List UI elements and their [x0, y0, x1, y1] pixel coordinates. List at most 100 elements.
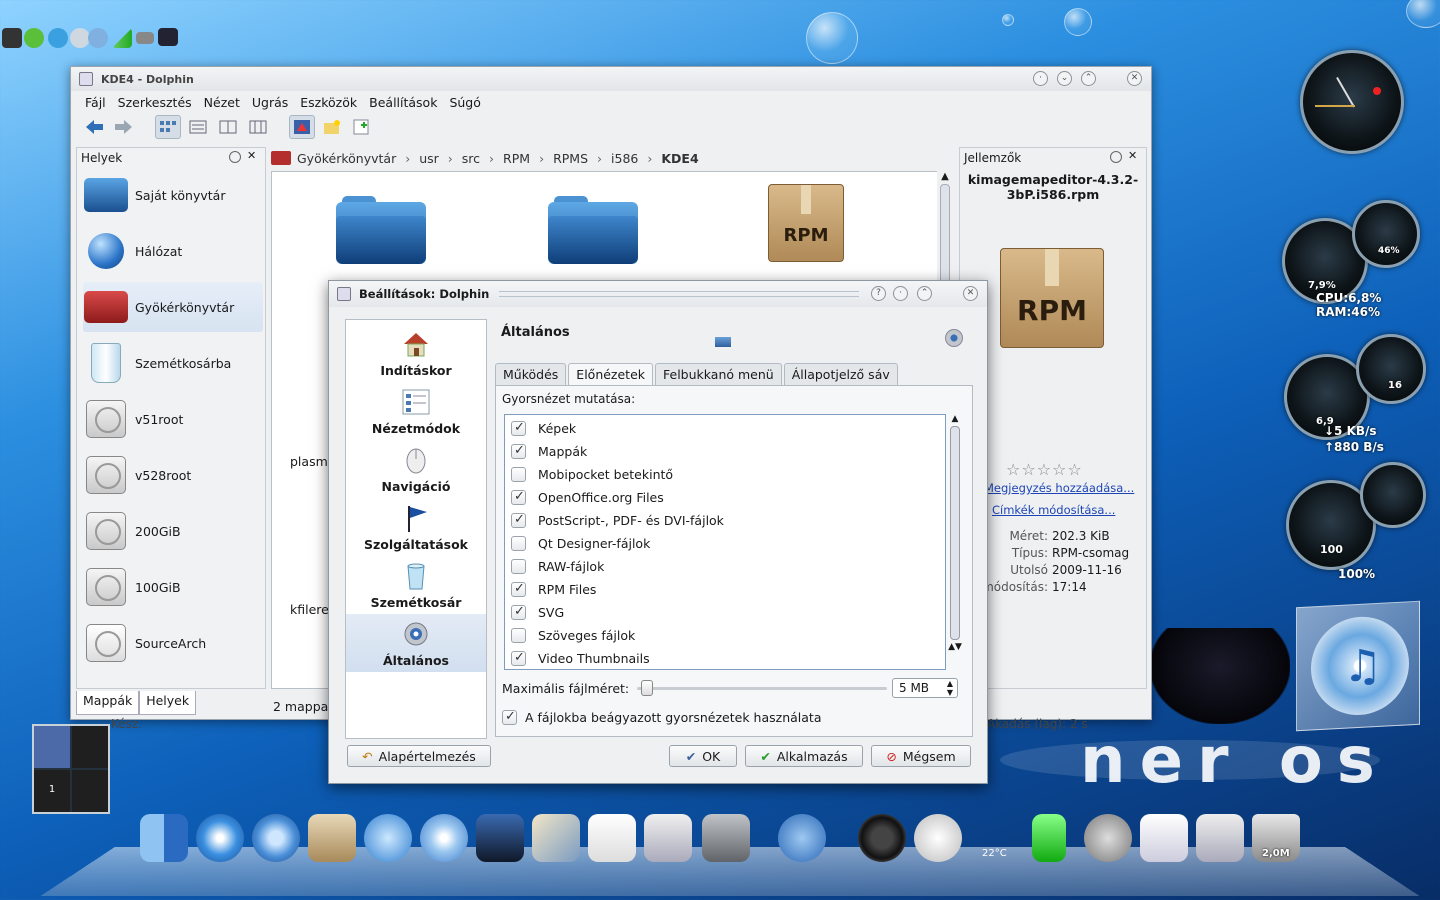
new-tab-button[interactable]: [349, 115, 375, 139]
place-100gib[interactable]: 100GiB: [83, 562, 263, 612]
preview-plugin-item[interactable]: OpenOffice.org Files: [511, 486, 664, 509]
columns-view-button[interactable]: [245, 115, 271, 139]
tab-folders[interactable]: Mappák: [76, 691, 140, 715]
place-root[interactable]: Gyökérkönyvtár: [83, 282, 263, 332]
forward-button[interactable]: [111, 115, 137, 139]
preview-plugin-item[interactable]: RAW-fájlok: [511, 555, 604, 578]
scroll-up-icon[interactable]: ▲: [948, 414, 962, 424]
signal-icon[interactable]: [112, 28, 132, 48]
plugin-checkbox[interactable]: [511, 559, 526, 574]
tab-previews[interactable]: Előnézetek: [568, 363, 654, 385]
help-window-button[interactable]: ·: [1033, 71, 1048, 86]
rpm-file-icon[interactable]: RPM: [768, 184, 844, 262]
list-scrollbar[interactable]: ▲ ▲▼: [948, 414, 962, 670]
embedded-previews-option[interactable]: A fájlokba beágyazott gyorsnézetek haszn…: [502, 709, 821, 725]
preview-plugin-item[interactable]: Képek: [511, 417, 576, 440]
dialog-titlebar[interactable]: Beállítások: Dolphin ? · ⌃ ✕: [329, 281, 987, 307]
preview-plugin-item[interactable]: Qt Designer-fájlok: [511, 532, 650, 555]
category-startup[interactable]: Indításkor: [346, 324, 486, 382]
dialog-close-button[interactable]: ✕: [963, 286, 978, 301]
textedit-icon[interactable]: [588, 814, 636, 862]
plugin-checkbox[interactable]: [511, 443, 526, 459]
dial-icon[interactable]: [858, 814, 906, 862]
desktop-pager[interactable]: 1: [32, 724, 110, 814]
dialog-help-button[interactable]: ?: [871, 286, 886, 301]
plugin-checkbox[interactable]: [511, 512, 526, 528]
browser-icon[interactable]: [252, 814, 300, 862]
category-services[interactable]: Szolgáltatások: [346, 498, 486, 556]
crumb-rpm[interactable]: RPM: [503, 151, 530, 166]
folder-icon[interactable]: [548, 196, 638, 266]
place-home[interactable]: Saját könyvtár: [83, 170, 263, 220]
preview-plugin-item[interactable]: SVG: [511, 601, 564, 624]
tab-behavior[interactable]: Működés: [495, 363, 567, 385]
itunes-cd-icon[interactable]: ♫: [1296, 600, 1420, 732]
dialog-maximize-button[interactable]: ⌃: [917, 286, 932, 301]
max-size-spinbox[interactable]: 5 MB ▲ ▼: [892, 678, 958, 698]
net-up-gauge[interactable]: [1356, 334, 1426, 404]
add-comment-link[interactable]: Megjegyzés hozzáadása...: [984, 481, 1134, 495]
preview-plugin-item[interactable]: PostScript-, PDF- és DVI-fájlok: [511, 509, 724, 532]
tray-icon-4[interactable]: [70, 28, 90, 48]
tab-context-menu[interactable]: Felbukkanó menü: [655, 363, 782, 385]
speaker-icon[interactable]: [1084, 814, 1132, 862]
ram-gauge[interactable]: [1352, 200, 1420, 268]
plugin-checkbox[interactable]: [511, 650, 526, 666]
tray-icon-1[interactable]: [2, 28, 22, 48]
panel-close-icon[interactable]: ✕: [247, 149, 256, 162]
preview-plugin-item[interactable]: Video Thumbnails: [511, 647, 650, 670]
folder-icon[interactable]: [336, 196, 426, 266]
edit-tags-link[interactable]: Címkék módosítása...: [992, 503, 1115, 517]
menu-tools[interactable]: Eszközök: [300, 95, 357, 110]
ichat-icon[interactable]: [364, 814, 412, 862]
apply-button[interactable]: ✔ Alkalmazás: [745, 745, 863, 767]
menu-help[interactable]: Súgó: [449, 95, 480, 110]
max-size-slider[interactable]: [637, 680, 888, 696]
pager-desktop-3[interactable]: 1: [34, 770, 70, 812]
battery-gauge-small[interactable]: [1360, 462, 1426, 528]
menu-file[interactable]: Fájl: [85, 95, 106, 110]
trash-dock-icon[interactable]: 2,0M: [1252, 814, 1300, 862]
crumb-usr[interactable]: usr: [419, 151, 439, 166]
panel-options-icon[interactable]: [229, 151, 241, 163]
itunes-icon[interactable]: [420, 814, 468, 862]
pager-desktop-2[interactable]: [72, 726, 108, 768]
panel-options-icon[interactable]: [1110, 151, 1122, 163]
menu-view[interactable]: Nézet: [204, 95, 240, 110]
preview-plugin-item[interactable]: Mobipocket betekintő: [511, 463, 673, 486]
finder-icon[interactable]: [140, 814, 188, 862]
place-sourcearch[interactable]: SourceArch: [83, 618, 263, 668]
dolphin-titlebar[interactable]: KDE4 - Dolphin · ⌄ ⌃ ✕: [71, 67, 1151, 91]
details-view-button[interactable]: [185, 115, 211, 139]
menu-edit[interactable]: Szerkesztés: [118, 95, 192, 110]
weather-icon[interactable]: 22°C: [970, 814, 1018, 862]
tray-icon-5[interactable]: [88, 28, 108, 48]
movie-icon[interactable]: [476, 814, 524, 862]
qbittorrent-icon[interactable]: [778, 814, 826, 862]
rating-stars[interactable]: ☆☆☆☆☆: [1006, 460, 1083, 479]
place-network[interactable]: Hálózat: [83, 226, 263, 276]
back-button[interactable]: [81, 115, 107, 139]
file-label-partial[interactable]: kfilere: [290, 602, 329, 617]
embedded-previews-checkbox[interactable]: [502, 709, 517, 725]
dialog-minimize-button[interactable]: ·: [893, 286, 908, 301]
tray-icon-7[interactable]: [136, 32, 154, 44]
photos-icon[interactable]: [532, 814, 580, 862]
plugin-checkbox[interactable]: [511, 604, 526, 620]
safari-icon[interactable]: [196, 814, 244, 862]
scroll-up-icon[interactable]: ▲: [937, 171, 953, 182]
crumb-src[interactable]: src: [462, 151, 480, 166]
battery-icon[interactable]: [1032, 814, 1066, 862]
clock-widget[interactable]: [1300, 50, 1404, 154]
plugin-checkbox[interactable]: [511, 628, 526, 643]
scroll-down-icon[interactable]: ▲▼: [948, 642, 962, 652]
place-v51root[interactable]: v51root: [83, 394, 263, 444]
crumb-kde4[interactable]: KDE4: [661, 151, 698, 166]
tray-icon-2[interactable]: [24, 28, 44, 48]
minimize-button[interactable]: ⌄: [1057, 71, 1072, 86]
pager-desktop-4[interactable]: [72, 770, 108, 812]
maximize-button[interactable]: ⌃: [1081, 71, 1096, 86]
preview-plugin-item[interactable]: Mappák: [511, 440, 587, 463]
scrollbar-thumb[interactable]: [950, 426, 960, 640]
plugin-checkbox[interactable]: [511, 536, 526, 551]
